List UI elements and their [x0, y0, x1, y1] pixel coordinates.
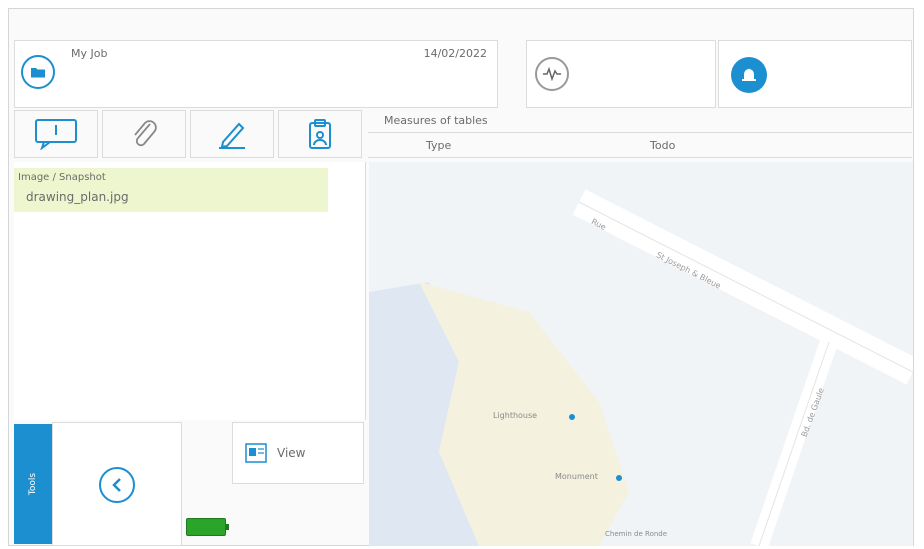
folder-button[interactable]	[21, 55, 55, 89]
attach-button[interactable]	[102, 110, 186, 158]
bell-icon	[742, 68, 756, 81]
column-type: Type	[426, 139, 452, 152]
clipboard-icon	[309, 119, 331, 149]
side-tab-label: Tools	[27, 472, 38, 496]
attachment-item[interactable]: Image / Snapshot drawing_plan.jpg	[14, 168, 328, 212]
folder-icon	[31, 68, 45, 78]
edit-button[interactable]	[190, 110, 274, 158]
activity-icon	[543, 67, 561, 81]
attachments-panel: Image / Snapshot drawing_plan.jpg	[14, 162, 366, 420]
view-label: View	[277, 446, 306, 460]
attachment-filename: drawing_plan.jpg	[26, 190, 129, 204]
clipboard-button[interactable]	[278, 110, 362, 158]
battery-icon	[226, 524, 229, 530]
pencil-icon	[219, 122, 245, 149]
map-canvas	[369, 162, 913, 546]
paperclip-icon	[134, 120, 157, 147]
column-todo: Todo	[650, 139, 676, 152]
bell-circle	[731, 57, 767, 93]
chevron-left-icon	[112, 478, 121, 492]
message-icon	[35, 119, 77, 150]
view-button[interactable]: View	[232, 422, 364, 484]
activity-button[interactable]	[526, 40, 716, 108]
activity-circle	[535, 57, 569, 91]
attachment-label: Image / Snapshot	[18, 172, 106, 183]
message-button[interactable]	[14, 110, 98, 158]
notification-button[interactable]	[718, 40, 912, 108]
poi-label-2: Monument	[555, 472, 598, 481]
poi-label-1: Lighthouse	[493, 411, 538, 420]
job-date: 14/02/2022	[423, 47, 487, 60]
job-header[interactable]: My Job 14/02/2022	[14, 40, 498, 108]
job-name: My Job	[71, 47, 108, 60]
map-footer-label: Chemin de Ronde	[605, 530, 668, 538]
battery-indicator	[186, 518, 229, 536]
measures-table-header: Type Todo	[368, 132, 912, 158]
back-button-panel[interactable]	[52, 422, 182, 546]
map-view[interactable]: Rue St Joseph & Bleue Bd. de Gaule Light…	[369, 162, 913, 546]
side-tab[interactable]: Tools	[14, 424, 52, 544]
measures-title: Measures of tables	[384, 114, 488, 127]
image-icon	[245, 443, 267, 463]
back-button[interactable]	[99, 467, 135, 503]
